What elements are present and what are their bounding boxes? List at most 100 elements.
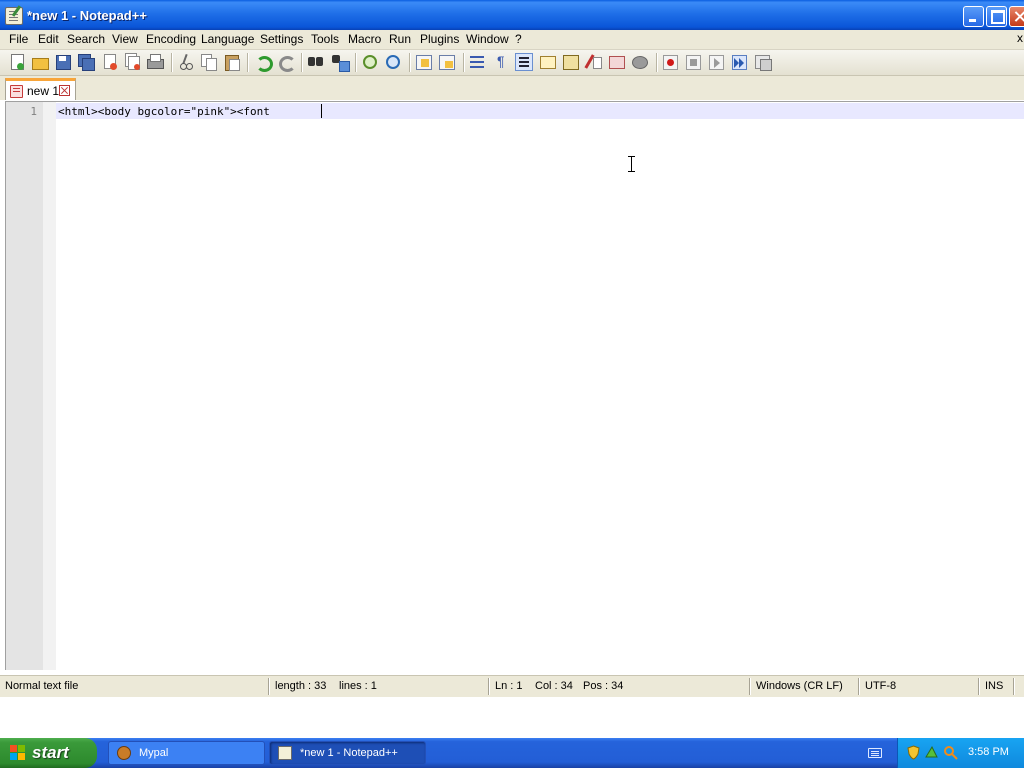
menu-file[interactable]: File (9, 32, 28, 46)
window-title: *new 1 - Notepad++ (27, 8, 147, 23)
network-icon[interactable] (924, 745, 939, 760)
line-number: 1 (30, 105, 37, 118)
replace-icon[interactable] (331, 53, 350, 72)
mouse-ibeam-cursor (627, 156, 636, 172)
mypal-browser-icon (117, 746, 131, 760)
status-insert-mode[interactable]: INS (985, 680, 1003, 692)
show-all-chars-icon[interactable]: ¶ (492, 53, 510, 71)
notepad-plus-plus-icon[interactable] (5, 7, 23, 25)
status-lines: lines : 1 (339, 680, 377, 692)
new-file-icon[interactable] (8, 53, 26, 71)
menu-tools[interactable]: Tools (311, 32, 339, 46)
toolbar-separator (171, 53, 173, 72)
document-map-icon[interactable] (562, 53, 580, 71)
status-separator (268, 678, 270, 695)
indent-guide-icon[interactable] (515, 53, 533, 71)
status-encoding[interactable]: UTF-8 (865, 680, 896, 692)
save-all-icon[interactable] (77, 53, 95, 71)
print-icon[interactable] (146, 53, 164, 71)
unsaved-file-icon (10, 85, 23, 98)
word-wrap-icon[interactable] (469, 53, 487, 71)
status-eol[interactable]: Windows (CR LF) (756, 680, 843, 692)
cut-icon[interactable] (177, 53, 195, 71)
redo-icon[interactable] (277, 53, 296, 72)
text-caret (321, 104, 322, 118)
line-number-margin: 1 (6, 102, 43, 670)
user-defined-language-icon[interactable] (539, 53, 557, 71)
tab-close-button[interactable] (59, 85, 70, 96)
clock[interactable]: 3:58 PM (968, 746, 1009, 758)
function-list-icon[interactable] (584, 53, 603, 71)
copy-icon[interactable] (200, 53, 218, 71)
keyboard-icon[interactable] (868, 748, 882, 758)
status-bar: Normal text file length : 33 lines : 1 L… (0, 675, 1024, 697)
toolbar-separator (247, 53, 249, 72)
menu-edit[interactable]: Edit (38, 32, 59, 46)
editor-area[interactable]: 1 <html><body bgcolor="pink"><font (5, 101, 1024, 670)
maximize-button[interactable] (986, 6, 1007, 27)
toolbar-separator (656, 53, 658, 72)
tab-label: new 1 (27, 84, 60, 98)
run-macro-multiple-icon[interactable] (731, 53, 749, 71)
undo-icon[interactable] (254, 53, 273, 72)
notepad-plus-plus-icon (278, 746, 292, 760)
status-separator (858, 678, 860, 695)
title-bar[interactable]: *new 1 - Notepad++ (0, 0, 1024, 30)
menu-run[interactable]: Run (389, 32, 411, 46)
toolbar: ¶ (0, 50, 1024, 76)
folder-as-workspace-icon[interactable] (608, 53, 626, 71)
record-macro-icon[interactable] (662, 53, 680, 71)
zoom-in-icon[interactable] (361, 53, 379, 71)
menu-window[interactable]: Window (466, 32, 509, 46)
taskbar-button-notepad[interactable]: *new 1 - Notepad++ (269, 741, 426, 765)
menu-macro[interactable]: Macro (348, 32, 381, 46)
tab-bar: new 1 (0, 76, 1024, 100)
close-all-icon[interactable] (124, 53, 142, 71)
sync-vertical-icon[interactable] (415, 53, 433, 71)
status-separator (1013, 678, 1015, 695)
status-separator (978, 678, 980, 695)
menu-view[interactable]: View (112, 32, 138, 46)
windows-logo-icon (10, 745, 26, 761)
minimize-button[interactable] (963, 6, 984, 27)
security-shield-icon[interactable] (906, 745, 921, 760)
start-button[interactable]: start (0, 738, 97, 768)
status-separator (488, 678, 490, 695)
menu-search[interactable]: Search (67, 32, 105, 46)
menu-encoding[interactable]: Encoding (146, 32, 196, 46)
menu-plugins[interactable]: Plugins (420, 32, 459, 46)
menu-language[interactable]: Language (201, 32, 254, 46)
monitoring-icon[interactable] (631, 53, 649, 71)
menu-settings[interactable]: Settings (260, 32, 303, 46)
tab-new-1[interactable]: new 1 (5, 78, 76, 100)
task-label: *new 1 - Notepad++ (300, 747, 398, 759)
close-window-button[interactable] (1009, 6, 1024, 27)
task-label: Mypal (139, 747, 169, 759)
menu-bar: File Edit Search View Encoding Language … (0, 30, 1024, 50)
code-line[interactable]: <html><body bgcolor="pink"><font (58, 105, 277, 118)
close-document-button[interactable]: x (1017, 31, 1023, 45)
status-position: Pos : 34 (583, 680, 624, 692)
stop-recording-icon[interactable] (685, 53, 703, 71)
status-length: length : 33 (275, 680, 327, 692)
fold-margin[interactable] (43, 102, 56, 670)
close-icon[interactable] (101, 53, 119, 71)
sync-horizontal-icon[interactable] (438, 53, 456, 71)
save-icon[interactable] (54, 53, 72, 71)
open-file-icon[interactable] (31, 53, 49, 71)
find-icon[interactable] (307, 53, 325, 71)
taskbar-button-mypal[interactable]: Mypal (108, 741, 265, 765)
menu-help[interactable]: ? (515, 32, 522, 46)
save-macro-icon[interactable] (754, 53, 772, 71)
paste-icon[interactable] (223, 53, 241, 71)
toolbar-separator (355, 53, 357, 72)
desktop-strip (0, 697, 1024, 738)
zoom-out-icon[interactable] (384, 53, 402, 71)
toolbar-separator (463, 53, 465, 72)
status-line: Ln : 1 (495, 680, 523, 692)
play-macro-icon[interactable] (708, 53, 726, 71)
search-magnifier-icon[interactable] (943, 745, 958, 760)
status-file-type: Normal text file (5, 680, 79, 692)
system-tray: 3:58 PM (897, 738, 1024, 768)
taskbar: start Mypal *new 1 - Notepad++ 3:58 PM (0, 738, 1024, 768)
